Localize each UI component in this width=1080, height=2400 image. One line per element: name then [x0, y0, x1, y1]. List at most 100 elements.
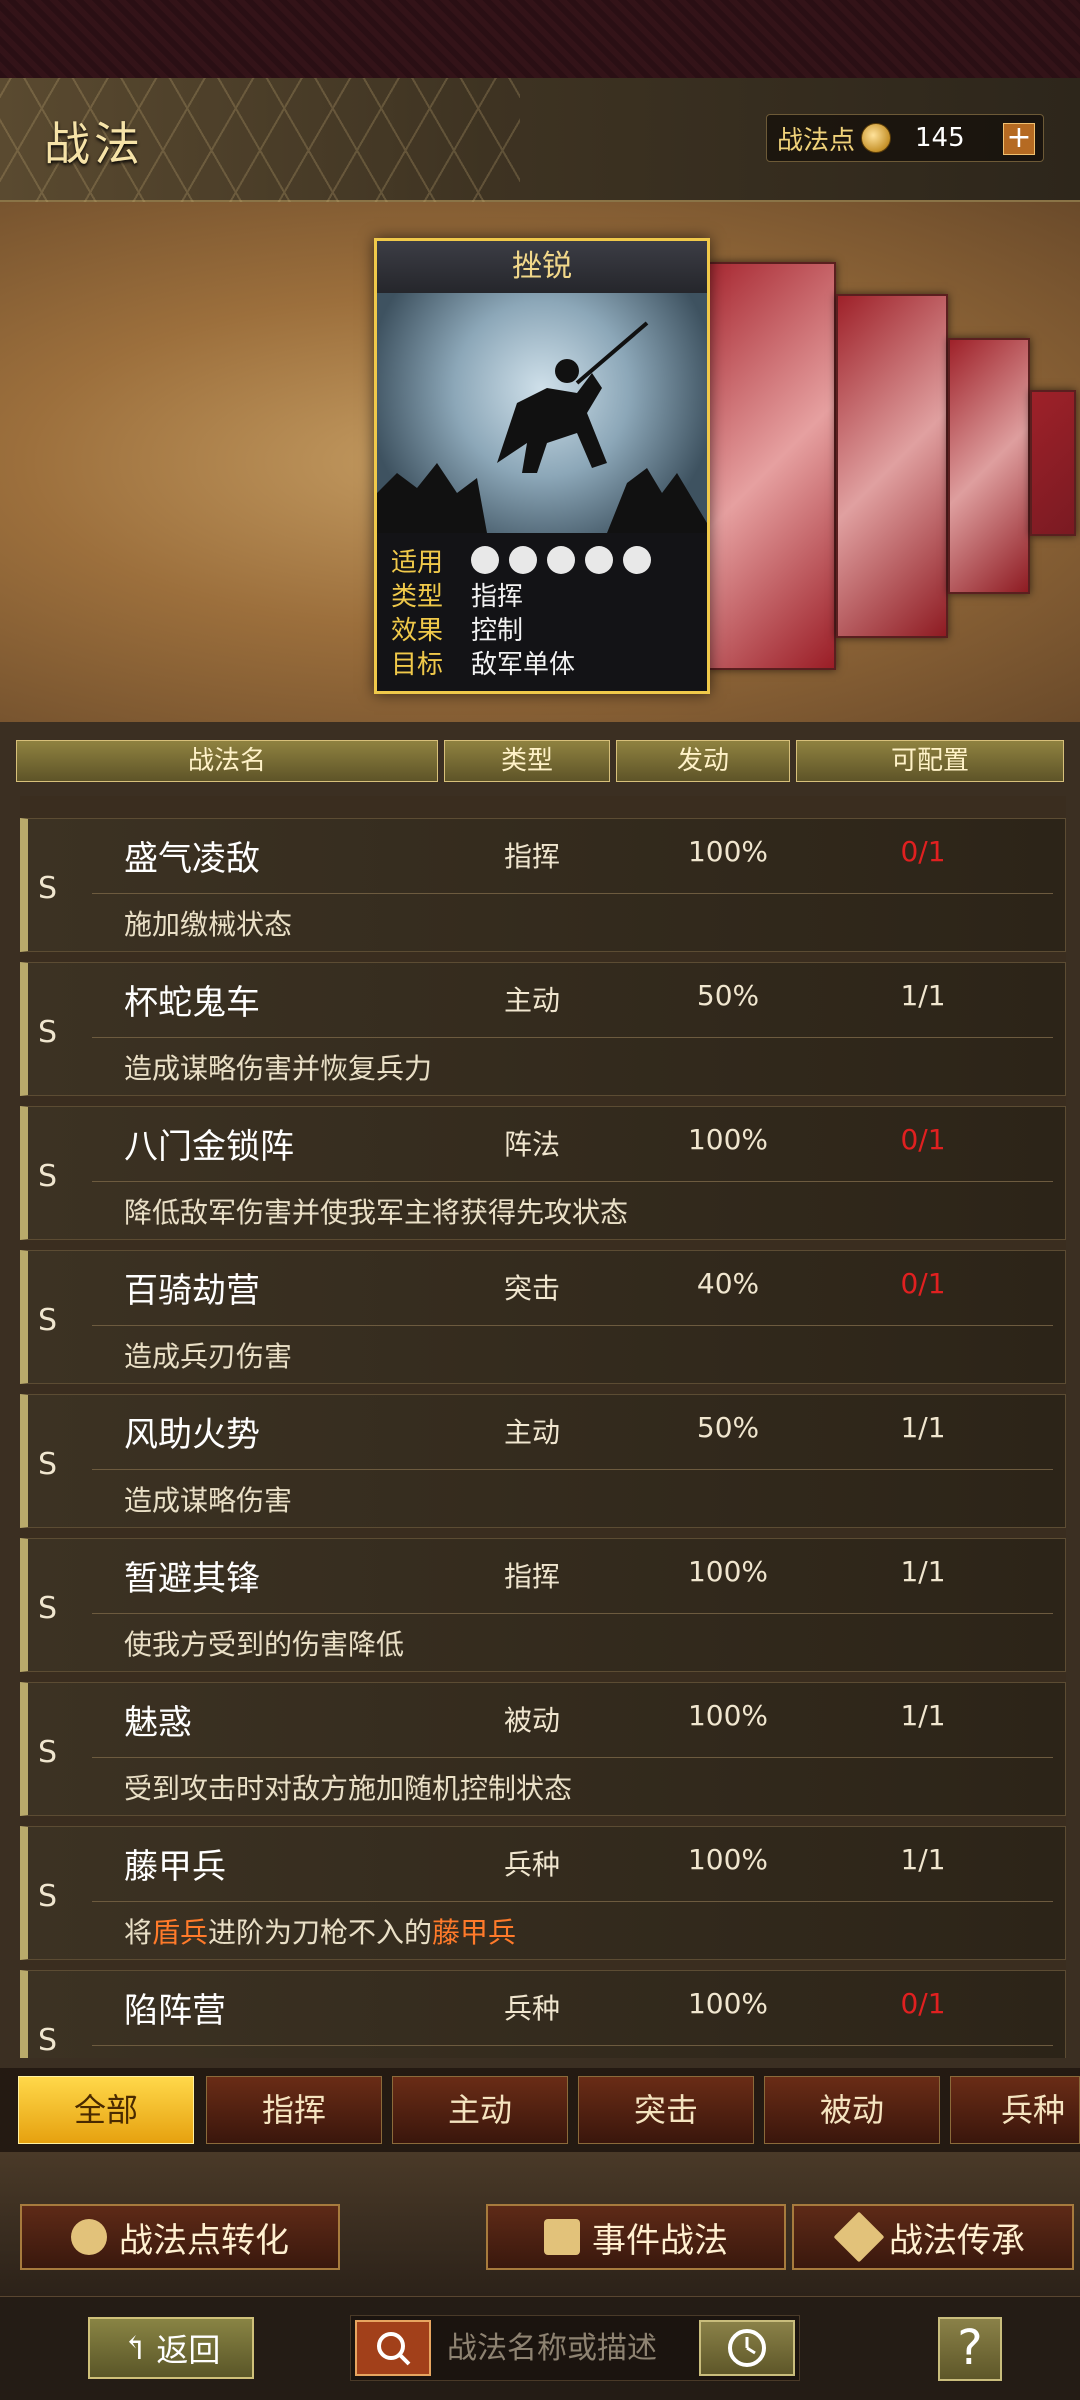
tab-all[interactable]: 全部	[18, 2076, 194, 2144]
tab-troop[interactable]: 兵种	[950, 2076, 1080, 2144]
search-button[interactable]	[355, 2320, 431, 2376]
tactic-row[interactable]: S 魅惑 被动 100% 1/1 受到攻击时对敌方施加随机控制状态	[20, 1682, 1066, 1816]
tab-active[interactable]: 主动	[392, 2076, 568, 2144]
tactic-row[interactable]: S 陷阵营 兵种 100% 0/1	[20, 1970, 1066, 2058]
page-title: 战法	[44, 117, 144, 171]
tactic-row[interactable]: S 暂避其锋 指挥 100% 1/1 使我方受到的伤害降低	[20, 1538, 1066, 1672]
tab-assault[interactable]: 突击	[578, 2076, 754, 2144]
side-card-2[interactable]	[836, 294, 948, 638]
column-header-name[interactable]: 战法名	[16, 740, 438, 782]
tactic-slots: 0/1	[900, 835, 946, 868]
tactic-grade: S	[38, 1447, 58, 1482]
featured-tactic-card[interactable]: 挫锐 适用 类型 指挥 效果 控制 目标 敌军单体	[374, 238, 710, 694]
tactic-type: 兵种	[504, 1848, 561, 1881]
tactic-description: 造成兵刃伤害	[124, 1340, 293, 1373]
highlight-text: 藤甲兵	[432, 1916, 517, 1949]
tactic-points-box: 战法点 145 +	[766, 114, 1044, 162]
column-header-slots[interactable]: 可配置	[796, 740, 1064, 782]
tactic-slots: 1/1	[900, 1843, 946, 1876]
tactic-row[interactable]: S 八门金锁阵 阵法 100% 0/1 降低敌军伤害并使我军主将获得先攻状态	[20, 1106, 1066, 1240]
tactic-type: 突击	[504, 1272, 561, 1305]
tactic-grade: S	[38, 1879, 58, 1914]
tactic-row[interactable]: S 盛气凌敌 指挥 100% 0/1 施加缴械状态	[20, 818, 1066, 952]
tactic-name: 魅惑	[124, 1703, 192, 1743]
row-divider	[92, 1613, 1053, 1614]
tactic-name: 暂避其锋	[124, 1559, 260, 1599]
card-row-value: 敌军单体	[471, 649, 576, 680]
tactic-slots: 1/1	[900, 1555, 946, 1588]
side-card-1[interactable]	[708, 262, 836, 670]
tactic-name: 陷阵营	[124, 1991, 226, 2031]
highlight-text: 盾兵	[152, 1916, 209, 1949]
row-divider	[92, 1757, 1053, 1758]
tactic-rate: 100%	[687, 1843, 769, 1876]
card-row-key: 效果	[391, 615, 444, 646]
card-row-value: 控制	[471, 615, 524, 646]
tactic-slots: 0/1	[900, 1123, 946, 1156]
add-points-button[interactable]: +	[1003, 123, 1035, 155]
card-row-key: 类型	[391, 581, 444, 612]
tab-passive[interactable]: 被动	[764, 2076, 940, 2144]
tactic-row[interactable]: S 风助火势 主动 50% 1/1 造成谋略伤害	[20, 1394, 1066, 1528]
action-bar: 战法点转化 事件战法 战法传承	[0, 2152, 1080, 2296]
back-button[interactable]: ↰ 返回	[88, 2317, 254, 2379]
tactic-type: 主动	[504, 1416, 561, 1449]
event-tactic-label: 事件战法	[592, 2220, 728, 2261]
bow-icon	[547, 546, 575, 574]
tactic-row[interactable]: S 百骑劫营 突击 40% 0/1 造成兵刃伤害	[20, 1250, 1066, 1384]
tactic-rate: 100%	[687, 1123, 769, 1156]
scroll-icon	[544, 2219, 580, 2255]
row-divider	[92, 2045, 1053, 2046]
history-button[interactable]	[699, 2320, 795, 2376]
tactic-rate: 100%	[687, 835, 769, 868]
tactic-rate: 100%	[687, 1699, 769, 1732]
card-title: 挫锐	[377, 241, 707, 293]
unit-type-icons	[471, 546, 651, 574]
description-text: 将	[124, 1916, 153, 1949]
tactic-type: 兵种	[504, 1992, 561, 2025]
bottom-bar: ↰ 返回 ?	[0, 2296, 1080, 2400]
tactic-type: 指挥	[504, 840, 561, 873]
tactic-name: 八门金锁阵	[124, 1127, 294, 1167]
cavalry-silhouette	[377, 321, 707, 533]
spear-icon	[585, 546, 613, 574]
convert-points-button[interactable]: 战法点转化	[20, 2204, 340, 2270]
back-label: 返回	[156, 2331, 221, 2369]
search-input[interactable]	[447, 2324, 683, 2372]
card-row-target: 目标 敌军单体	[391, 645, 693, 680]
tactic-grade: S	[38, 1159, 58, 1194]
side-card-4[interactable]	[1030, 390, 1076, 536]
help-button[interactable]: ?	[938, 2317, 1002, 2381]
tab-command[interactable]: 指挥	[206, 2076, 382, 2144]
tactic-grade: S	[38, 1591, 58, 1626]
hammer-icon	[833, 2211, 885, 2263]
row-divider	[92, 1037, 1053, 1038]
card-row-key: 目标	[391, 649, 444, 680]
tactic-type: 阵法	[504, 1128, 561, 1161]
column-headers: 战法名 类型 发动 可配置	[16, 740, 1064, 782]
tactic-name: 百骑劫营	[124, 1271, 260, 1311]
header: 战法 战法点 145 +	[0, 78, 1080, 202]
tactic-list[interactable]: S 盛气凌敌 指挥 100% 0/1 施加缴械状态 S 杯蛇鬼车 主动 50% 1/1 造成谋略伤害并…	[20, 796, 1066, 2058]
description-text: 进阶为刀枪不入的	[208, 1916, 433, 1949]
side-card-3[interactable]	[948, 338, 1030, 594]
tactic-description: 降低敌军伤害并使我军主将获得先攻状态	[124, 1196, 629, 1229]
tactic-description: 将盾兵进阶为刀枪不入的藤甲兵	[124, 1911, 516, 1951]
event-tactic-button[interactable]: 事件战法	[486, 2204, 786, 2270]
tactic-name: 藤甲兵	[124, 1847, 226, 1887]
column-header-rate[interactable]: 发动	[616, 740, 790, 782]
inherit-tactic-button[interactable]: 战法传承	[792, 2204, 1074, 2270]
tactic-type: 主动	[504, 984, 561, 1017]
row-divider	[92, 1325, 1053, 1326]
row-divider	[92, 893, 1053, 894]
tactic-type: 指挥	[504, 1560, 561, 1593]
tactic-row[interactable]: S 藤甲兵 兵种 100% 1/1 将盾兵进阶为刀枪不入的藤甲兵	[20, 1826, 1066, 1960]
tactic-row[interactable]: S 杯蛇鬼车 主动 50% 1/1 造成谋略伤害并恢复兵力	[20, 962, 1066, 1096]
clock-icon	[728, 2329, 766, 2367]
tactic-description: 造成谋略伤害	[124, 1484, 293, 1517]
column-header-type[interactable]: 类型	[444, 740, 610, 782]
tactic-slots: 0/1	[900, 1267, 946, 1300]
card-info-panel: 适用 类型 指挥 效果 控制 目标 敌军单体	[377, 533, 707, 691]
card-row-applies: 适用	[391, 543, 693, 578]
tactic-grade: S	[38, 1015, 58, 1050]
